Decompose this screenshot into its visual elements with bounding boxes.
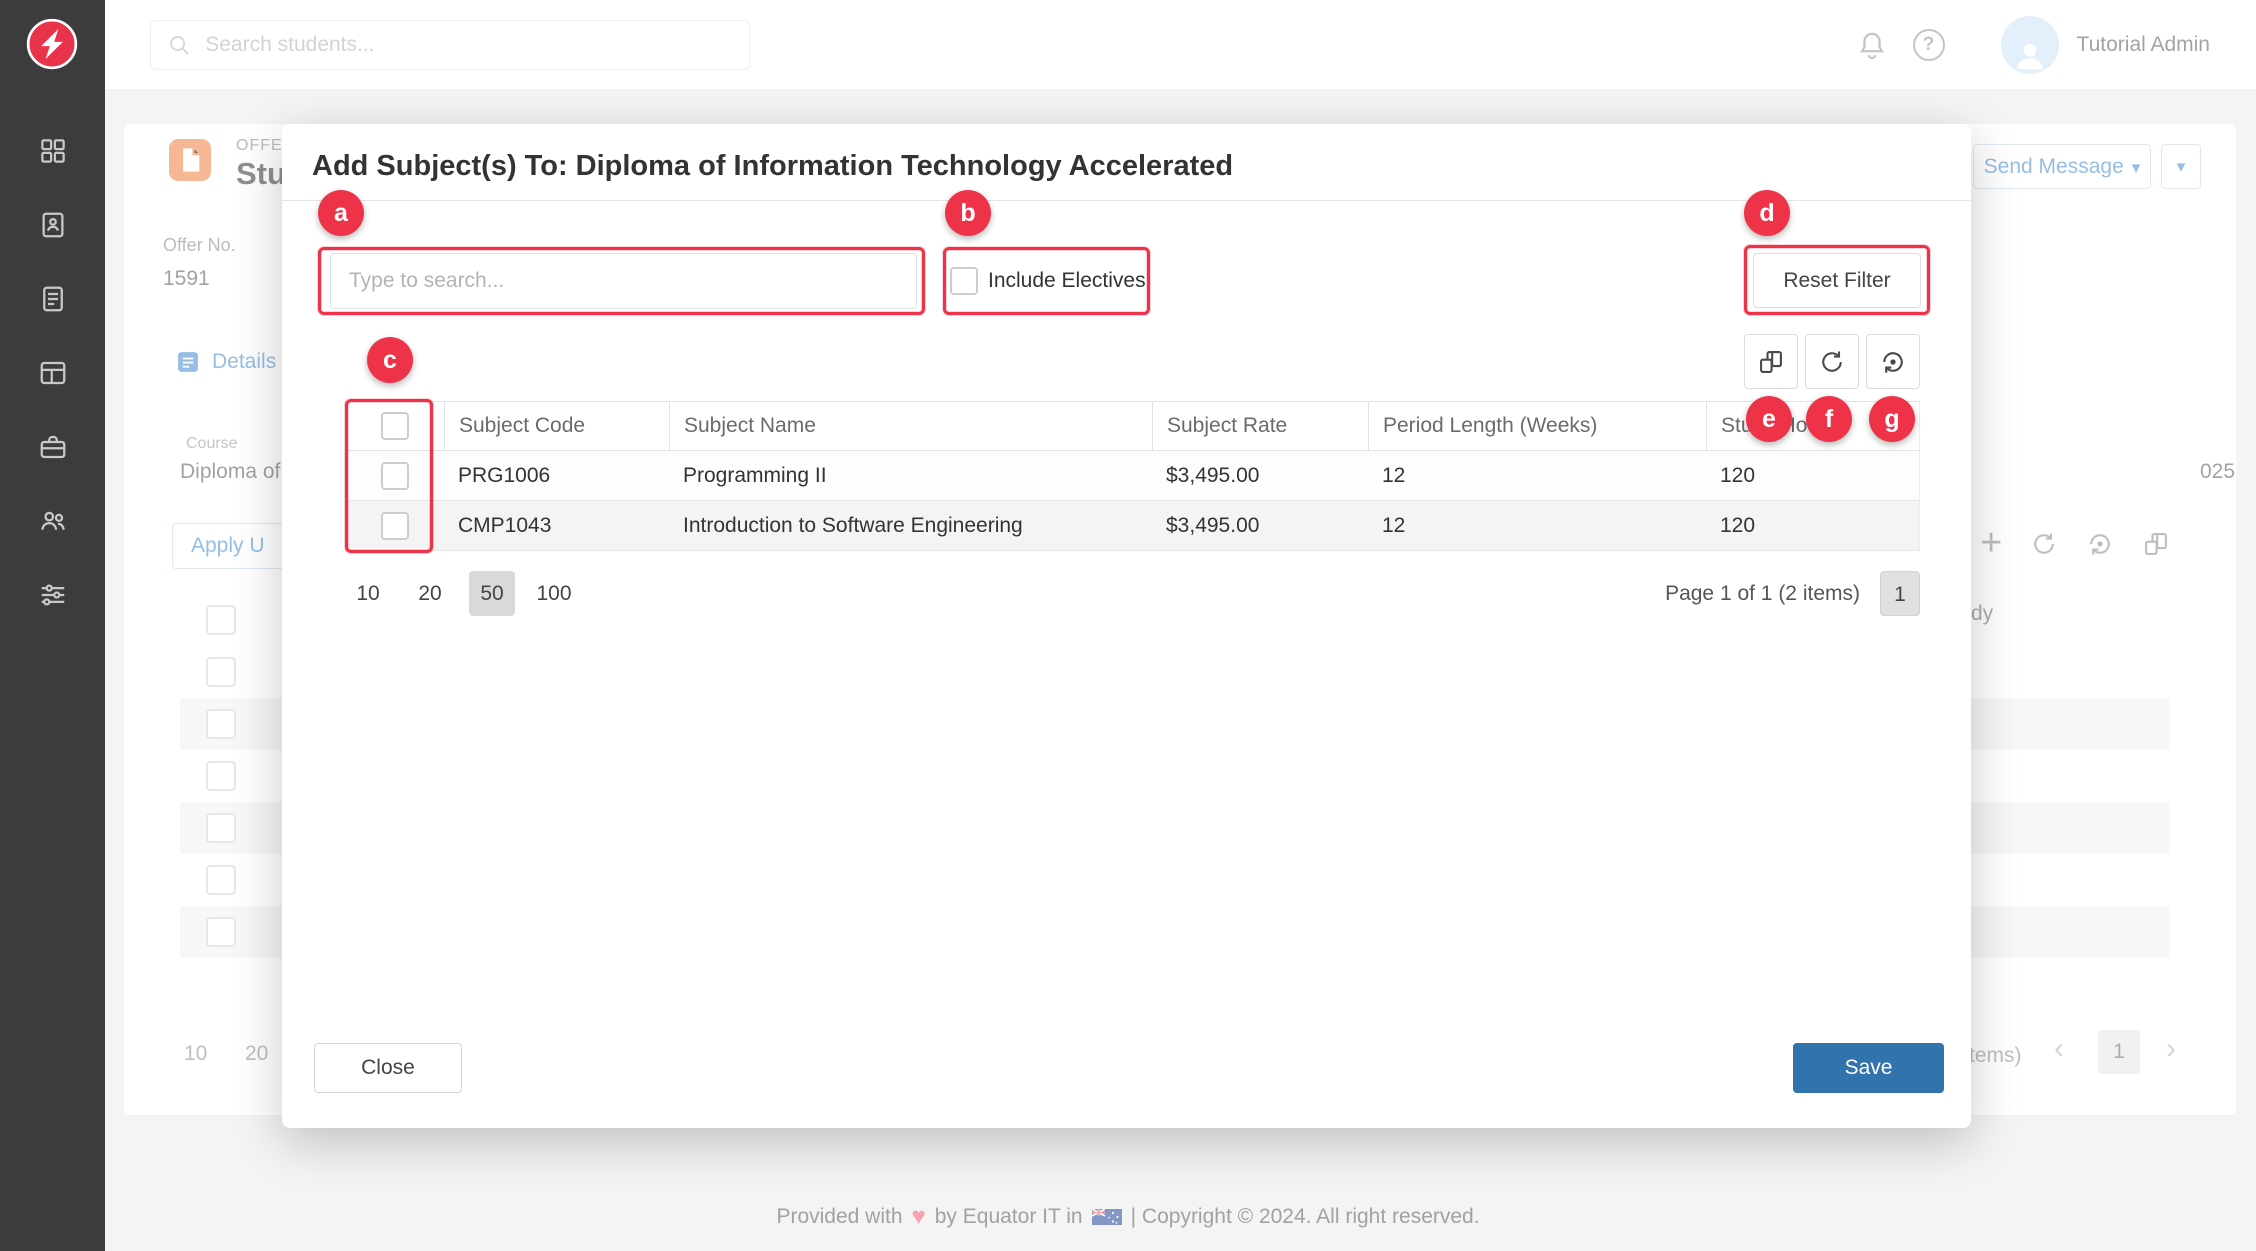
row-select-cell	[346, 451, 444, 500]
add-subjects-dialog: Add Subject(s) To: Diploma of Informatio…	[282, 124, 1971, 1128]
revert-button[interactable]	[1866, 334, 1920, 389]
sidebar	[0, 0, 105, 1251]
row-checkbox[interactable]	[381, 512, 409, 540]
sidebar-item-settings[interactable]	[38, 580, 68, 610]
cell-period-length: 12	[1368, 451, 1706, 500]
sliders-icon	[38, 580, 68, 610]
page-size-10[interactable]: 10	[345, 571, 391, 616]
logo-icon	[26, 18, 78, 70]
col-subject-code[interactable]: Subject Code	[444, 402, 669, 450]
page-size-50-selected[interactable]: 50	[469, 571, 515, 616]
column-chooser-button[interactable]	[1744, 334, 1798, 389]
column-chooser-icon	[1757, 348, 1785, 376]
col-subject-name[interactable]: Subject Name	[669, 402, 1152, 450]
cell-subject-code: CMP1043	[444, 501, 669, 550]
include-electives-label: Include Electives	[988, 269, 1146, 293]
people-icon	[38, 506, 68, 536]
annotation-badge-c: c	[367, 337, 413, 383]
cell-period-length: 12	[1368, 501, 1706, 550]
document-icon	[38, 284, 68, 314]
select-all-checkbox[interactable]	[381, 412, 409, 440]
cell-study-hours: 120	[1706, 501, 1921, 550]
page-1-button[interactable]: 1	[1880, 571, 1920, 616]
refresh-icon	[1818, 348, 1846, 376]
divider	[282, 200, 1971, 201]
sidebar-item-jobs[interactable]	[38, 432, 68, 462]
grid-toolbar	[1744, 334, 1920, 389]
annotation-badge-a: a	[318, 190, 364, 236]
sidebar-nav	[0, 136, 105, 610]
cell-subject-name: Programming II	[669, 451, 1152, 500]
table-row: PRG1006 Programming II $3,495.00 12 120	[345, 451, 1920, 501]
page-info: Page 1 of 1 (2 items)	[1665, 582, 1860, 606]
subject-search-input[interactable]	[331, 254, 916, 308]
close-button[interactable]: Close	[314, 1043, 462, 1093]
address-book-icon	[38, 210, 68, 240]
sidebar-item-dashboard[interactable]	[38, 136, 68, 166]
reset-filter-button[interactable]: Reset Filter	[1753, 253, 1921, 308]
screen: ? Tutorial Admin OFFE Stu Offer No. 1591…	[0, 0, 2256, 1251]
sidebar-item-people[interactable]	[38, 506, 68, 536]
subject-search-box	[330, 253, 917, 309]
select-all-cell	[346, 402, 444, 450]
save-button[interactable]: Save	[1793, 1043, 1944, 1093]
dashboard-icon	[38, 136, 68, 166]
sidebar-item-contacts[interactable]	[38, 210, 68, 240]
annotation-badge-d: d	[1744, 190, 1790, 236]
refresh-button[interactable]	[1805, 334, 1859, 389]
cell-subject-name: Introduction to Software Engineering	[669, 501, 1152, 550]
row-select-cell	[346, 501, 444, 550]
page-size-20[interactable]: 20	[407, 571, 453, 616]
col-subject-rate[interactable]: Subject Rate	[1152, 402, 1368, 450]
briefcase-icon	[38, 432, 68, 462]
dialog-title: Add Subject(s) To: Diploma of Informatio…	[312, 150, 1233, 183]
col-study-hours[interactable]: Study Hours	[1706, 402, 1921, 450]
app-logo[interactable]	[26, 18, 78, 70]
cell-subject-rate: $3,495.00	[1152, 501, 1368, 550]
cell-subject-rate: $3,495.00	[1152, 451, 1368, 500]
revert-icon	[1879, 348, 1907, 376]
include-electives: Include Electives	[950, 267, 1146, 295]
row-checkbox[interactable]	[381, 462, 409, 490]
cell-subject-code: PRG1006	[444, 451, 669, 500]
sidebar-item-documents[interactable]	[38, 284, 68, 314]
layout-icon	[38, 358, 68, 388]
include-electives-checkbox[interactable]	[950, 267, 978, 295]
table-header-row: Subject Code Subject Name Subject Rate P…	[345, 401, 1920, 451]
subjects-table: Subject Code Subject Name Subject Rate P…	[345, 401, 1920, 551]
annotation-badge-b: b	[945, 190, 991, 236]
page-size-100[interactable]: 100	[531, 571, 577, 616]
col-period-length[interactable]: Period Length (Weeks)	[1368, 402, 1706, 450]
sidebar-item-courses[interactable]	[38, 358, 68, 388]
table-row: CMP1043 Introduction to Software Enginee…	[345, 501, 1920, 551]
pagination: Page 1 of 1 (2 items) 1	[1665, 571, 1920, 616]
cell-study-hours: 120	[1706, 451, 1921, 500]
page-size-selector: 10 20 50 100	[345, 571, 577, 616]
